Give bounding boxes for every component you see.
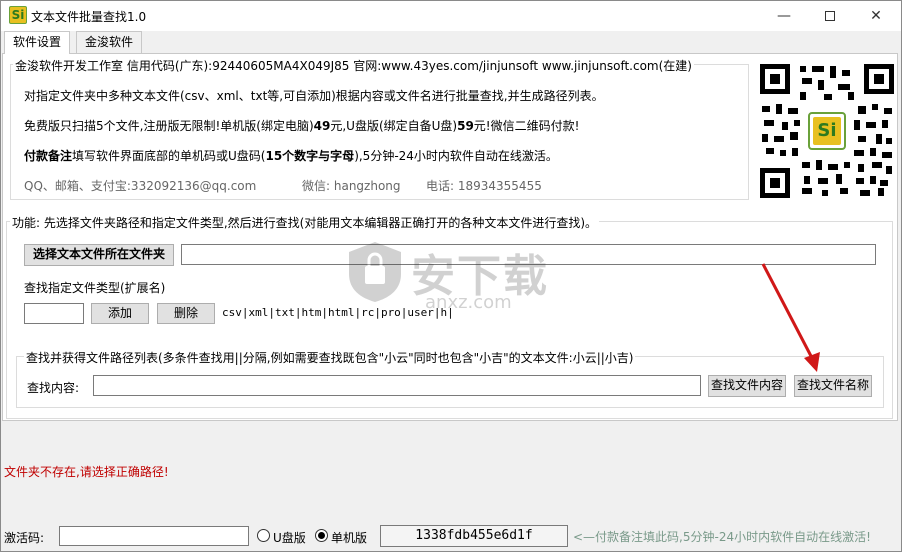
close-icon: ✕ [870,7,882,24]
qr-finder-bottom-left [760,168,790,198]
machine-code-field[interactable]: 1338fdb455e6d1f [380,525,568,547]
contact-qq: QQ、邮箱、支付宝:332092136@qq.com [24,179,257,193]
tab-settings[interactable]: 软件设置 [4,31,71,54]
add-button[interactable]: 添加 [91,303,149,324]
pricing-suffix: 元!微信二维码付款! [473,119,580,133]
wechat-qr-code: Si [758,62,896,200]
info-group-legend: 金浚软件开发工作室 信用代码(广东):92440605MA4X049J85 官网… [13,57,694,74]
usb-version-radio[interactable] [257,529,270,542]
info-line-payment-note: 付款备注填写软件界面底部的单机码或U盘码(15个数字与字母),5分钟-24小时内… [24,147,558,164]
minimize-icon: — [777,7,791,24]
search-group-legend: 查找并获得文件路径列表(多条件查找用||分隔,例如需要查找既包含"小云"同时也包… [24,349,636,366]
status-message: 文件夹不存在,请选择正确路径! [4,465,169,479]
search-name-button[interactable]: 查找文件名称 [794,375,872,397]
contact-wechat: 微信: hangzhong [302,179,401,193]
standalone-version-radio[interactable] [315,529,328,542]
watermark-shield-icon [349,242,401,302]
app-icon: Si [9,6,27,24]
maximize-button[interactable] [807,1,853,30]
search-content-input[interactable] [93,375,701,396]
pricing-mid: 元,U盘版(绑定自备U盘) [330,119,458,133]
file-type-list: csv|xml|txt|htm|html|rc|pro|user|h| [222,306,454,319]
machine-code-hint: <—付款备注填此码,5分钟-24小时内软件自动在线激活! [573,530,871,544]
standalone-version-label[interactable]: 单机版 [331,529,367,546]
close-button[interactable]: ✕ [853,1,899,30]
pricing-prefix: 免费版只扫描5个文件,注册版无限制!单机版(绑定电脑) [24,119,314,133]
window-title: 文本文件批量查找1.0 [31,10,147,24]
qr-logo-icon: Si [813,117,841,145]
payment-note-suffix: ),5分钟-24小时内软件自动在线激活。 [354,149,558,163]
watermark-text-en: anxz.com [425,292,512,313]
red-arrow-annotation [761,263,820,372]
delete-button[interactable]: 删除 [157,303,215,324]
usb-version-label[interactable]: U盘版 [273,529,306,546]
activation-label: 激活码: [4,531,45,545]
payment-note-bold: 15个数字与字母 [265,149,355,163]
info-line-description: 对指定文件夹中多种文本文件(csv、xml、txt等,可自添加)根据内容或文件名… [24,89,604,103]
select-folder-button[interactable]: 选择文本文件所在文件夹 [24,244,174,266]
price-usb: 59 [457,119,474,133]
search-content-label: 查找内容: [27,381,80,395]
maximize-icon [825,10,835,21]
function-group-legend: 功能: 先选择文件夹路径和指定文件类型,然后进行查找(对能用文本编辑器正确打开的… [10,214,600,231]
file-type-label: 查找指定文件类型(扩展名) [24,281,166,295]
payment-note-label: 付款备注 [24,149,73,163]
search-content-button[interactable]: 查找文件内容 [708,375,786,397]
activation-code-input[interactable] [59,526,249,546]
price-standalone: 49 [313,119,331,133]
info-line-pricing: 免费版只扫描5个文件,注册版无限制!单机版(绑定电脑)49元,U盘版(绑定自备U… [24,117,579,134]
tab-jinjun-software[interactable]: 金浚软件 [76,31,143,53]
qr-finder-top-right [864,64,894,94]
contact-phone: 电话: 18934355455 [426,179,542,193]
payment-note-mid: 填写软件界面底部的单机码或U盘码( [72,149,266,163]
minimize-button[interactable]: — [761,1,807,30]
qr-finder-top-left [760,64,790,94]
file-type-input[interactable] [24,303,84,324]
qr-logo: Si [808,112,846,150]
